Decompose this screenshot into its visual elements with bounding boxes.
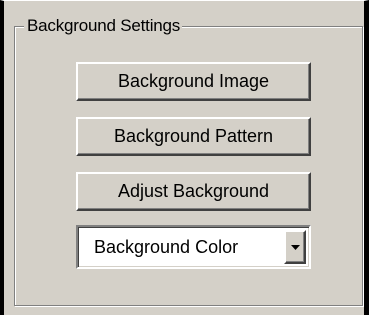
background-image-button[interactable]: Background Image xyxy=(76,62,311,101)
groupbox-title: Background Settings xyxy=(24,15,183,37)
dropdown-arrow-button[interactable] xyxy=(284,230,306,264)
adjust-background-button[interactable]: Adjust Background xyxy=(76,172,311,211)
background-pattern-button[interactable]: Background Pattern xyxy=(76,117,311,156)
background-color-dropdown[interactable]: Background Color xyxy=(76,225,311,269)
adjust-background-button-label: Adjust Background xyxy=(117,180,270,201)
background-settings-panel: Background Settings Background Image Bac… xyxy=(0,0,369,315)
chevron-down-icon xyxy=(290,244,300,250)
background-image-button-label: Background Image xyxy=(117,70,270,91)
dropdown-selected-value: Background Color xyxy=(94,237,239,257)
background-pattern-button-label: Background Pattern xyxy=(113,125,274,146)
